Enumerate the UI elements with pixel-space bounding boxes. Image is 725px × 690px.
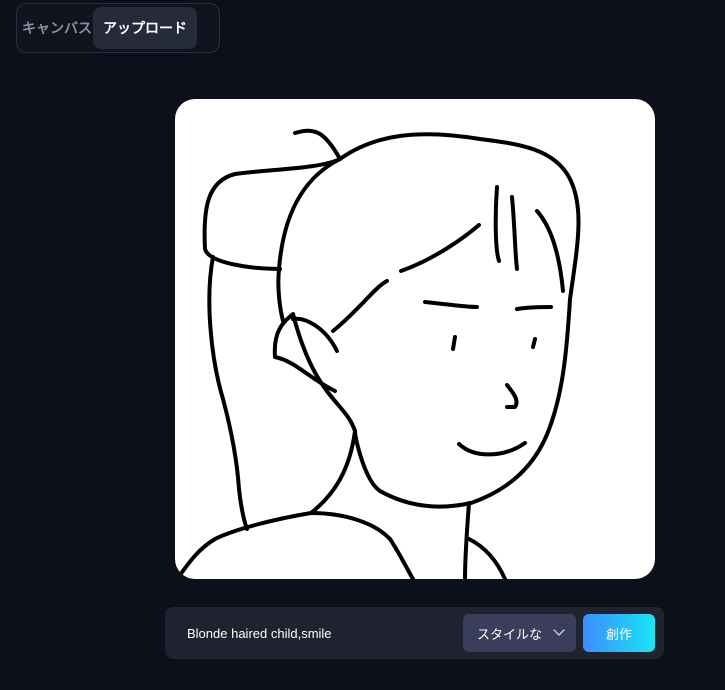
chevron-down-icon	[553, 629, 565, 636]
prompt-input[interactable]	[179, 615, 475, 651]
prompt-bar: スタイルな 創作	[165, 607, 664, 659]
style-select[interactable]: スタイルな	[463, 614, 576, 652]
uploaded-image-canvas[interactable]	[175, 99, 655, 579]
create-button[interactable]: 創作	[583, 614, 655, 652]
mode-tab-group: キャンバス アップロード	[16, 3, 220, 53]
tab-upload[interactable]: アップロード	[93, 7, 197, 49]
tab-canvas[interactable]: キャンバス	[21, 7, 93, 49]
line-drawing-image	[175, 128, 581, 579]
style-select-value: スタイルな	[477, 627, 543, 643]
